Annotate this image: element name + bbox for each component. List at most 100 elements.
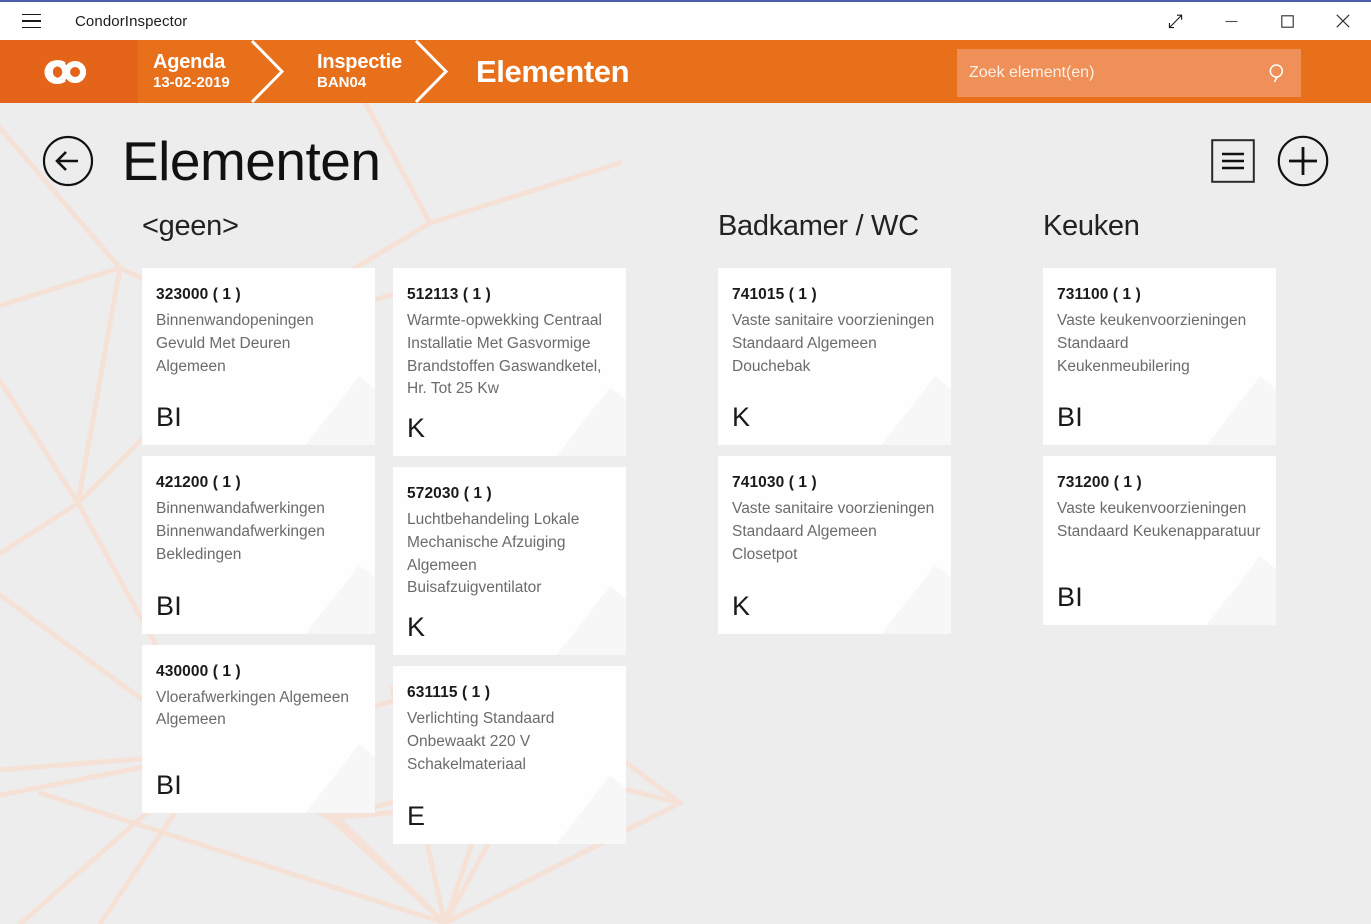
element-description-line: Mechanische Afzuiging (407, 533, 566, 551)
breadcrumb-inspectie-title: Inspectie (317, 50, 402, 73)
add-element-button[interactable] (1277, 135, 1329, 187)
element-description-line: Gevuld Met Deuren (156, 334, 291, 352)
element-card[interactable]: 323000 ( 1 ) Binnenwandopeningen Gevuld Me… (142, 268, 375, 446)
list-view-button[interactable] (1211, 139, 1255, 183)
element-description: Vloerafwerkingen Algemeen Algemeen (156, 687, 361, 733)
element-discipline-tag: BI (1057, 581, 1084, 612)
element-card[interactable]: 731200 ( 1 ) Vaste keukenvoorzieningen Sta… (1043, 456, 1276, 625)
expand-diagonal-icon (1168, 14, 1182, 28)
element-description-line: Vloerafwerkingen Algemeen (156, 688, 350, 706)
element-description-line: Hr. Tot 25 Kw (407, 380, 499, 398)
chevron-right-icon (414, 40, 449, 103)
breadcrumb: Agenda 13-02-2019 Inspectie BAN04 Elemen… (0, 40, 1371, 103)
element-discipline-tag: K (407, 612, 426, 643)
page-header: Elementen (0, 115, 1371, 207)
condor-logo[interactable] (0, 40, 138, 103)
element-code: 731200 ( 1 ) (1057, 474, 1142, 492)
element-description: Binnenwandopeningen Gevuld Met Deuren Alge… (156, 310, 361, 378)
element-description-line: Brandstoffen Gaswandketel, (407, 357, 602, 375)
breadcrumb-chevron-1 (246, 40, 302, 103)
element-description-line: Douchebak (732, 357, 811, 375)
element-column: Keuken 731100 ( 1 ) Vaste keukenvoorzienin… (1043, 212, 1284, 924)
element-card[interactable]: 512113 ( 1 ) Warmte-opwekking Centraal Ins… (393, 268, 626, 457)
element-description-line: Algemeen (407, 556, 477, 574)
minimize-button[interactable] (1203, 2, 1259, 40)
element-description-line: Binnenwandafwerkingen (156, 500, 325, 518)
element-card[interactable]: 572030 ( 1 ) Luchtbehandeling Lokale Mecha… (393, 467, 626, 656)
element-code: 741015 ( 1 ) (732, 286, 817, 303)
element-card[interactable]: 430000 ( 1 ) Vloerafwerkingen Algemeen Alg… (142, 644, 375, 814)
card-spacer (1057, 544, 1262, 584)
page-title: Elementen (122, 129, 381, 192)
element-description: Vaste keukenvoorzieningen Standaard Keuke… (1057, 498, 1262, 544)
column-title: Keuken (1043, 210, 1140, 242)
element-description: Binnenwandafwerkingen Binnenwandafwerking… (156, 498, 361, 566)
breadcrumb-item-inspectie[interactable]: Inspectie BAN04 (302, 40, 410, 103)
breadcrumb-inspectie-code: BAN04 (317, 73, 367, 91)
window-controls (1147, 2, 1371, 40)
element-description-line: Buisafzuigventilator (407, 579, 542, 597)
element-description-line: Schakelmateriaal (407, 755, 526, 773)
search-icon (1269, 64, 1284, 83)
element-discipline-tag: K (732, 402, 751, 433)
minimize-icon (1225, 20, 1237, 22)
element-description: Vaste sanitaire voorzieningen Standaard A… (732, 498, 937, 566)
element-code: 572030 ( 1 ) (407, 485, 492, 503)
search-button[interactable] (1255, 63, 1301, 83)
search-input[interactable] (957, 64, 1255, 82)
condor-logo-icon (44, 59, 87, 84)
search-box[interactable] (957, 49, 1301, 97)
restore-diagonal-button[interactable] (1147, 2, 1203, 40)
element-description: Vaste sanitaire voorzieningen Standaard A… (732, 310, 937, 378)
element-code: 512113 ( 1 ) (407, 286, 491, 303)
breadcrumb-current: Elementen (476, 53, 630, 89)
column-title: Badkamer / WC (718, 210, 919, 242)
element-card[interactable]: 421200 ( 1 ) Binnenwandafwerkingen Binnenw… (142, 456, 375, 634)
element-card[interactable]: 741030 ( 1 ) Vaste sanitaire voorzieninge… (718, 456, 951, 634)
card-spacer (156, 567, 361, 593)
element-card[interactable]: 741015 ( 1 ) Vaste sanitaire voorzieninge… (718, 268, 951, 446)
element-card[interactable]: 631115 ( 1 ) Verlichting Standaard Onbewaa… (393, 666, 626, 844)
card-spacer (1057, 378, 1262, 404)
breadcrumb-chevron-2 (410, 40, 466, 103)
elements-board: <geen> 323000 ( 1 ) Binnenwandopeningen Gev… (0, 212, 1371, 924)
element-code: 323000 ( 1 ) (156, 286, 241, 303)
card-spacer (732, 378, 937, 404)
maximize-icon (1280, 14, 1294, 28)
element-description-line: Closetpot (732, 545, 798, 563)
breadcrumb-agenda-title: Agenda (153, 50, 226, 73)
card-spacer (156, 732, 361, 772)
element-discipline-tag: BI (1057, 402, 1084, 433)
element-description: Vaste keukenvoorzieningen Standaard Keuken… (1057, 310, 1262, 378)
element-column: <geen> 323000 ( 1 ) Binnenwandopeningen Gev… (142, 212, 383, 924)
element-description: Verlichting Standaard Onbewaakt 220 V Scha… (407, 708, 612, 776)
element-description-line: Installatie Met Gasvormige (407, 334, 591, 352)
element-code: 731100 ( 1 ) (1057, 286, 1141, 303)
maximize-button[interactable] (1259, 2, 1315, 40)
element-card[interactable]: 731100 ( 1 ) Vaste keukenvoorzieningen Sta… (1043, 268, 1276, 446)
element-description-line: Keukenmeubilering (1057, 357, 1190, 375)
element-discipline-tag: BI (156, 770, 183, 801)
close-button[interactable] (1315, 2, 1371, 40)
app-title: CondorInspector (75, 12, 188, 30)
element-description-line: Binnenwandafwerkingen (156, 523, 325, 541)
breadcrumb-item-agenda[interactable]: Agenda 13-02-2019 (138, 40, 246, 103)
element-column: Badkamer / WC 741015 ( 1 ) Vaste sanitaire… (718, 212, 959, 924)
element-discipline-tag: E (407, 800, 426, 831)
card-spacer (407, 777, 612, 803)
element-discipline-tag: K (407, 413, 426, 444)
element-code: 631115 ( 1 ) (407, 684, 491, 702)
element-description: Luchtbehandeling Lokale Mechanische Afzui… (407, 509, 612, 600)
element-description-line: Algemeen (156, 711, 226, 729)
element-description-line: Standaard Keukenapparatuur (1057, 523, 1261, 541)
element-description-line: Warmte-opwekking Centraal (407, 312, 602, 329)
card-spacer (732, 567, 937, 593)
back-button[interactable] (42, 135, 94, 187)
element-discipline-tag: K (732, 590, 751, 621)
hamburger-icon[interactable] (8, 2, 54, 40)
element-code: 430000 ( 1 ) (156, 662, 241, 680)
element-code: 421200 ( 1 ) (156, 474, 241, 492)
element-code: 741030 ( 1 ) (732, 474, 817, 492)
element-description-line: Luchtbehandeling Lokale (407, 511, 580, 529)
app-window: CondorInspector Agenda 13-02-2019 Inspec… (0, 0, 1371, 924)
